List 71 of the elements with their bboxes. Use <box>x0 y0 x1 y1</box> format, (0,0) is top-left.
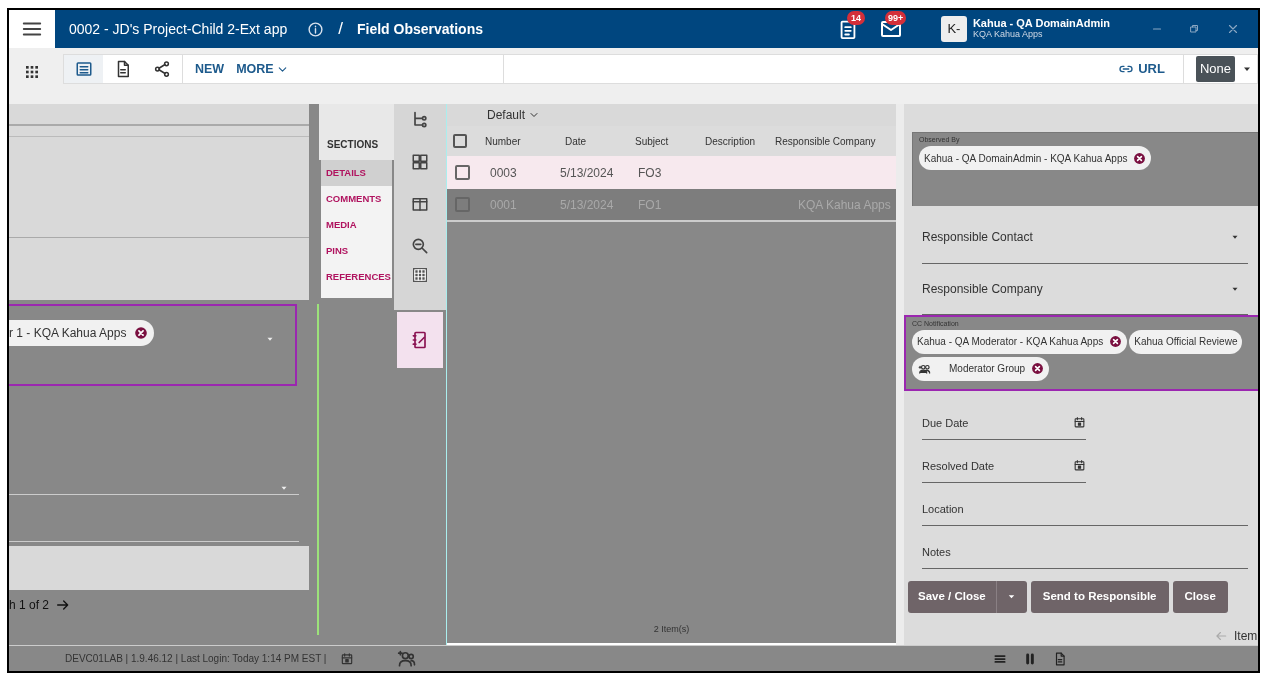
mail-badge: 99+ <box>884 11 907 25</box>
user-chip: r 1 - KQA Kahua Apps <box>9 320 155 346</box>
share-icon <box>152 60 171 78</box>
section-link[interactable]: DETAILS <box>321 160 392 186</box>
row-checkbox[interactable] <box>455 165 470 180</box>
tasks-badge: 14 <box>846 11 865 25</box>
project-title[interactable]: 0002 - JD's Project-Child 2-Ext app <box>69 18 288 40</box>
layout-icon[interactable] <box>411 152 429 172</box>
table-cell-text: FO3 <box>638 164 663 182</box>
remove-icon[interactable] <box>134 326 149 340</box>
form-field[interactable]: Responsible Company <box>922 263 1248 315</box>
section-link[interactable]: MEDIA <box>321 212 392 238</box>
section-link[interactable]: COMMENTS <box>321 186 392 212</box>
view-dropdown[interactable]: Default <box>487 106 541 124</box>
calendar-icon[interactable] <box>1073 459 1086 473</box>
item-count: 2 Item(s) <box>653 624 690 634</box>
user-org: KQA Kahua Apps <box>972 29 1044 40</box>
field-label: Responsible Contact <box>922 229 1033 247</box>
notebook-button[interactable] <box>397 312 443 368</box>
column-header[interactable]: Number <box>485 133 565 149</box>
remove-icon[interactable] <box>1031 362 1045 376</box>
remove-icon[interactable] <box>1133 151 1147 165</box>
field-label: Resolved Date <box>922 458 995 474</box>
page-indicator: h 1 of 2 <box>9 597 50 614</box>
form-field[interactable]: Location <box>922 482 1248 526</box>
action-button[interactable]: Close <box>1172 580 1228 613</box>
status-text: DEVC01LAB | 1.9.46.12 | Last Login: Today 1:14 PM EST | <box>65 652 327 666</box>
user-name[interactable]: Kahua - QA DomainAdmin <box>972 18 1110 29</box>
zoom-icon[interactable] <box>410 236 430 256</box>
item-pager: Item <box>1234 627 1258 645</box>
user-chip: Kahua Official Reviewe <box>1129 329 1243 354</box>
section-link[interactable]: PINS <box>321 238 392 264</box>
view-button[interactable] <box>64 55 103 83</box>
sections-title: SECTIONS <box>327 139 379 150</box>
column-header[interactable]: Subject <box>635 133 705 149</box>
remove-icon[interactable] <box>1109 335 1123 349</box>
toolbar-action[interactable]: NEW <box>195 59 225 79</box>
field-label: Location <box>922 501 964 517</box>
grid-icon[interactable] <box>413 268 427 282</box>
save-close-button[interactable]: Save / Close <box>908 580 997 613</box>
select-all-checkbox[interactable] <box>453 134 467 148</box>
calendar-icon[interactable] <box>1073 416 1086 430</box>
restore-icon[interactable] <box>1188 23 1200 35</box>
apps-icon <box>24 64 40 80</box>
table-row[interactable]: 0003 5/13/2024 FO3 <box>447 156 896 189</box>
action-button[interactable]: Send to Responsible <box>1030 580 1169 613</box>
section-link[interactable]: REFERENCES <box>321 264 392 290</box>
table-cell-text: 5/13/2024 <box>560 164 615 182</box>
list-view-icon <box>74 60 93 78</box>
info-icon[interactable] <box>307 20 325 38</box>
page-title: Field Observations <box>356 19 483 39</box>
table-cell-text: 0003 <box>490 164 518 182</box>
user-avatar[interactable]: K- <box>940 16 967 42</box>
url-link[interactable]: URL <box>1117 59 1165 79</box>
dropdown-button[interactable] <box>996 580 1027 613</box>
column-header[interactable]: Description <box>705 133 775 149</box>
toolbar-action[interactable]: MORE <box>236 59 289 79</box>
user-chip: Kahua - QA DomainAdmin - KQA Kahua Apps <box>919 146 1152 170</box>
field-label: Responsible Company <box>922 280 1043 298</box>
column-header[interactable]: Date <box>565 133 635 149</box>
form-field[interactable]: Responsible Contact <box>922 212 1248 264</box>
breadcrumb-separator: / <box>338 18 343 41</box>
form-field[interactable]: Notes <box>922 525 1248 569</box>
field-label: Due Date <box>922 415 969 431</box>
user-chip: Kahua - QA Moderator - KQA Kahua Apps <box>912 329 1128 354</box>
form-field[interactable]: Resolved Date <box>922 439 1086 483</box>
close-icon[interactable] <box>1226 22 1240 36</box>
form-field[interactable]: Due Date <box>922 396 1086 440</box>
group-chip: Moderator Group <box>912 356 1050 381</box>
field-label: Notes <box>922 544 951 560</box>
column-header[interactable]: Responsible Company <box>775 133 895 149</box>
